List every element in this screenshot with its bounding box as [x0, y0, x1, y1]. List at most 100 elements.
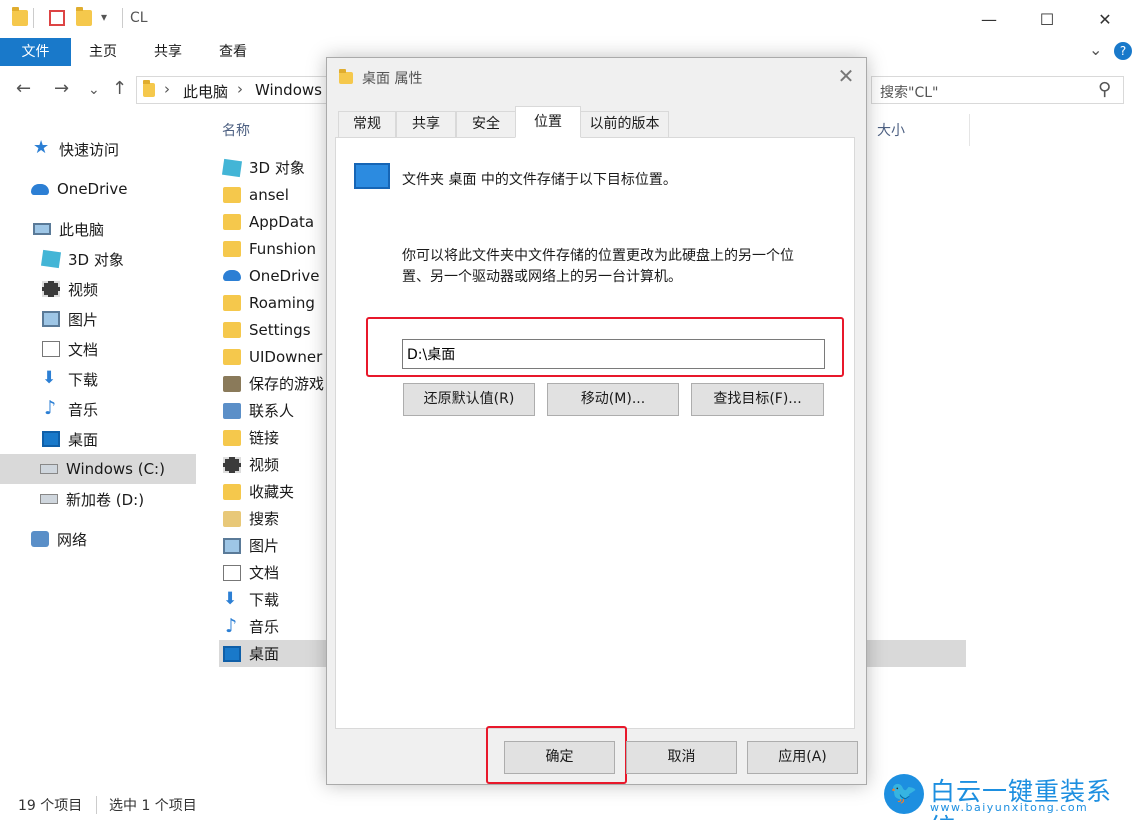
- window-title: CL: [130, 10, 148, 26]
- tab-general[interactable]: 常规: [338, 111, 396, 137]
- breadcrumb-this-pc[interactable]: 此电脑: [183, 81, 228, 102]
- music-icon: [42, 397, 60, 419]
- ribbon-tab-view[interactable]: 查看: [208, 38, 258, 66]
- drive-icon: [40, 464, 58, 474]
- cloud-icon: [31, 183, 49, 195]
- breadcrumb-separator: ›: [164, 80, 170, 98]
- divider: [122, 8, 123, 28]
- nav-item-downloads[interactable]: 下载: [0, 364, 196, 394]
- dialog-title: 桌面 属性: [362, 71, 423, 87]
- ok-button[interactable]: 确定: [504, 741, 615, 774]
- nav-item-desktop[interactable]: 桌面: [0, 424, 196, 454]
- help-icon[interactable]: ?: [1114, 42, 1132, 60]
- recent-locations-button[interactable]: ⌄: [88, 82, 100, 98]
- download-icon: [223, 589, 241, 609]
- contacts-icon: [223, 402, 241, 419]
- status-item-count: 19 个项目: [18, 798, 83, 814]
- folder-icon: [223, 186, 241, 203]
- folder-icon: [223, 294, 241, 311]
- nav-item-this-pc[interactable]: 此电脑: [0, 214, 196, 244]
- desktop-icon: [354, 163, 390, 189]
- path-input[interactable]: [402, 339, 825, 369]
- document-icon: [223, 564, 241, 581]
- forward-button[interactable]: →: [54, 78, 69, 99]
- folder-icon: [223, 348, 241, 365]
- cube-icon: [221, 158, 243, 177]
- cloud-icon: [223, 270, 241, 281]
- close-button[interactable]: ✕: [1076, 0, 1134, 38]
- nav-item-windows-c[interactable]: Windows (C:): [0, 454, 196, 484]
- column-divider: [969, 114, 970, 146]
- nav-item-new-volume-d[interactable]: 新加卷 (D:): [0, 484, 196, 514]
- search-icon[interactable]: ⚲: [1098, 79, 1111, 100]
- minimize-button[interactable]: —: [960, 0, 1018, 38]
- breadcrumb-windows[interactable]: Windows: [255, 81, 322, 99]
- network-icon: [31, 531, 49, 547]
- divider: [33, 8, 34, 28]
- nav-item-3d-objects[interactable]: 3D 对象: [0, 244, 196, 274]
- ribbon-tab-share[interactable]: 共享: [143, 38, 193, 66]
- status-selection: 选中 1 个项目: [109, 798, 197, 814]
- properties-check-icon[interactable]: [49, 10, 65, 26]
- chevron-down-icon[interactable]: ⌄: [1089, 40, 1102, 59]
- links-icon: [223, 429, 241, 446]
- up-button[interactable]: ↑: [112, 78, 127, 99]
- film-icon: [42, 281, 60, 297]
- location-heading: 文件夹 桌面 中的文件存储于以下目标位置。: [402, 172, 677, 188]
- desktop-icon: [42, 431, 60, 447]
- back-button[interactable]: ←: [16, 78, 31, 99]
- download-icon: [42, 368, 60, 388]
- nav-item-network[interactable]: 网络: [0, 524, 196, 554]
- ribbon-tab-file[interactable]: 文件: [0, 38, 71, 66]
- saved-games-icon: [223, 375, 241, 392]
- restore-default-button[interactable]: 还原默认值(R): [403, 383, 535, 416]
- star-icon: [33, 137, 51, 158]
- folder-icon: [143, 80, 155, 97]
- search-placeholder: 搜索"CL": [880, 85, 939, 101]
- tab-sharing[interactable]: 共享: [396, 111, 456, 137]
- quick-access-dropdown-icon[interactable]: ▾: [101, 10, 107, 24]
- pc-icon: [33, 223, 51, 235]
- nav-item-videos[interactable]: 视频: [0, 274, 196, 304]
- location-description-line2: 置、另一个驱动器或网络上的另一台计算机。: [402, 269, 682, 285]
- folder-icon: [223, 213, 241, 230]
- location-description-line1: 你可以将此文件夹中文件存储的位置更改为此硬盘上的另一个位: [402, 248, 794, 264]
- nav-item-music[interactable]: 音乐: [0, 394, 196, 424]
- document-icon: [42, 341, 60, 357]
- search-folder-icon: [223, 510, 241, 527]
- picture-icon: [42, 311, 60, 327]
- column-header-name[interactable]: 名称: [222, 120, 250, 140]
- picture-icon: [223, 537, 241, 554]
- folder-icon: [12, 7, 28, 26]
- breadcrumb-separator: ›: [237, 80, 243, 98]
- music-icon: [223, 615, 241, 637]
- folder-icon: [223, 240, 241, 257]
- tab-previous-versions[interactable]: 以前的版本: [580, 111, 669, 137]
- watermark-url: www.baiyunxitong.com: [930, 801, 1089, 814]
- film-icon: [223, 456, 241, 473]
- apply-button[interactable]: 应用(A): [747, 741, 858, 774]
- ribbon-tab-home[interactable]: 主页: [78, 38, 128, 66]
- new-folder-icon[interactable]: [76, 7, 92, 26]
- column-header-size[interactable]: 大小: [877, 120, 905, 140]
- move-button[interactable]: 移动(M)...: [547, 383, 679, 416]
- cancel-button[interactable]: 取消: [626, 741, 737, 774]
- find-target-button[interactable]: 查找目标(F)...: [691, 383, 824, 416]
- dialog-close-button[interactable]: ✕: [835, 62, 857, 90]
- nav-item-onedrive[interactable]: OneDrive: [0, 174, 196, 204]
- nav-item-pictures[interactable]: 图片: [0, 304, 196, 334]
- location-panel: [335, 137, 855, 729]
- desktop-icon: [223, 645, 241, 662]
- nav-item-documents[interactable]: 文档: [0, 334, 196, 364]
- folder-icon: [339, 69, 353, 84]
- tab-security[interactable]: 安全: [456, 111, 516, 137]
- tab-location[interactable]: 位置: [515, 106, 581, 138]
- favorites-icon: [223, 483, 241, 500]
- maximize-button[interactable]: ☐: [1018, 0, 1076, 38]
- folder-icon: [223, 321, 241, 338]
- cube-icon: [40, 249, 62, 269]
- watermark-bird-icon: 🐦: [884, 774, 924, 814]
- divider: [96, 796, 97, 814]
- nav-item-quick-access[interactable]: 快速访问: [0, 134, 196, 164]
- drive-icon: [40, 494, 58, 504]
